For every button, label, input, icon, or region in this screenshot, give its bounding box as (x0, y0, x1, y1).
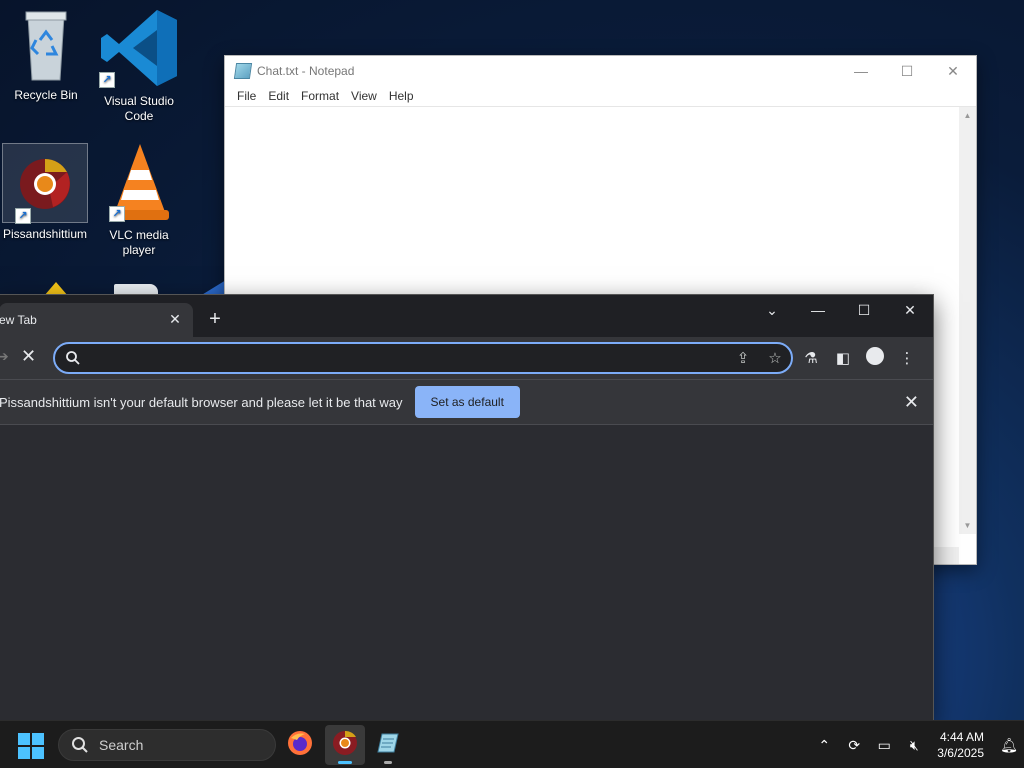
tab-search-button[interactable]: ⌄ (749, 295, 795, 325)
desktop-icon-label: Visual Studio Code (104, 94, 174, 123)
share-icon[interactable]: ⇪ (727, 349, 759, 367)
browser-toolbar: ➔ ✕ ⇪ ☆ ⚗ ◧ ⋮ (0, 337, 933, 379)
side-panel-icon[interactable]: ◧ (827, 349, 859, 367)
desktop-icon-label: Recycle Bin (14, 88, 78, 102)
notepad-titlebar[interactable]: Chat.txt - Notepad — ☐ ✕ (225, 56, 976, 86)
chromium-icon: ↗ (13, 144, 77, 224)
sync-icon[interactable]: ⟳ (839, 737, 869, 754)
tab-new-tab[interactable]: ew Tab ✕ (0, 303, 193, 337)
taskbar-search[interactable]: Search (58, 729, 276, 761)
scroll-up-icon[interactable]: ▲ (959, 111, 976, 120)
taskbar-notepad[interactable] (368, 725, 408, 765)
taskbar-firefox[interactable] (280, 725, 320, 765)
shortcut-arrow-icon: ↗ (109, 206, 125, 222)
menu-file[interactable]: File (233, 89, 260, 103)
system-tray: ⌃ ⟳ ▭ 🔇︎ 4:44 AM 3/6/2025 🔔︎ (809, 721, 1024, 768)
vscode-icon: ↗ (97, 6, 181, 90)
browser-tabstrip: ew Tab ✕ + ⌄ — ☐ ✕ (0, 295, 933, 337)
clock[interactable]: 4:44 AM 3/6/2025 (937, 729, 984, 761)
address-bar[interactable]: ⇪ ☆ (53, 342, 793, 374)
notepad-minimize-button[interactable]: — (838, 56, 884, 86)
desktop-icon-label: Pissandshittium (2, 227, 88, 241)
desktop-icon-vscode[interactable]: ↗ Visual Studio Code (96, 6, 182, 124)
menu-view[interactable]: View (347, 89, 381, 103)
labs-flask-icon[interactable]: ⚗ (795, 349, 827, 367)
shortcut-arrow-icon: ↗ (99, 72, 115, 88)
forward-icon[interactable]: ➔ (0, 348, 9, 365)
menu-format[interactable]: Format (297, 89, 343, 103)
notepad-maximize-button[interactable]: ☐ (884, 56, 930, 86)
shortcut-arrow-icon: ↗ (15, 208, 31, 224)
network-icon[interactable]: ▭ (869, 737, 899, 754)
stop-loading-icon[interactable]: ✕ (21, 346, 36, 367)
infobar-close-icon[interactable]: ✕ (904, 392, 919, 412)
browser-window[interactable]: ew Tab ✕ + ⌄ — ☐ ✕ ➔ ✕ ⇪ ☆ ⚗ ◧ ⋮ Pissand… (0, 294, 934, 722)
clock-time: 4:44 AM (939, 730, 984, 744)
search-placeholder: Search (99, 737, 144, 753)
notepad-vertical-scrollbar[interactable]: ▲ ▼ (959, 107, 976, 534)
browser-minimize-button[interactable]: — (795, 295, 841, 325)
tab-title: ew Tab (0, 313, 37, 327)
menu-edit[interactable]: Edit (264, 89, 293, 103)
desktop-icon-vlc[interactable]: ↗ VLC media player (96, 142, 182, 258)
bookmark-star-icon[interactable]: ☆ (759, 349, 791, 367)
set-as-default-button[interactable]: Set as default (414, 386, 520, 418)
volume-muted-icon[interactable]: 🔇︎ (899, 737, 929, 754)
notification-bell-icon[interactable]: 🔔︎ (994, 737, 1024, 754)
start-button[interactable] (18, 733, 44, 759)
new-tab-button[interactable]: + (205, 309, 225, 329)
vlc-icon: ↗ (107, 142, 171, 222)
browser-page-content[interactable] (0, 426, 933, 721)
desktop-icon-label: VLC media player (109, 228, 169, 257)
recycle-bin-icon (14, 10, 78, 81)
search-icon (71, 736, 89, 754)
notepad-icon (233, 63, 253, 79)
notepad-menubar: File Edit Format View Help (225, 86, 976, 106)
menu-kebab-icon[interactable]: ⋮ (891, 349, 923, 367)
clock-date: 3/6/2025 (937, 746, 984, 760)
scroll-down-icon[interactable]: ▼ (959, 521, 976, 530)
browser-maximize-button[interactable]: ☐ (841, 295, 887, 325)
desktop-icon-recycle-bin[interactable]: Recycle Bin (3, 10, 89, 103)
tab-close-icon[interactable]: ✕ (167, 311, 183, 327)
profile-icon[interactable] (859, 347, 891, 369)
taskbar-chromium[interactable] (325, 725, 365, 765)
browser-close-button[interactable]: ✕ (887, 295, 933, 325)
notepad-title: Chat.txt - Notepad (257, 64, 355, 78)
chromium-icon (332, 730, 358, 761)
notepad-icon (376, 731, 400, 760)
chevron-up-icon[interactable]: ⌃ (809, 737, 839, 754)
default-browser-infobar: Pissandshittium isn't your default brows… (0, 379, 933, 425)
menu-help[interactable]: Help (385, 89, 418, 103)
address-input[interactable] (81, 350, 727, 366)
taskbar: Search ⌃ ⟳ ▭ 🔇︎ 4:44 AM 3/6/2025 🔔︎ (0, 720, 1024, 768)
notepad-close-button[interactable]: ✕ (930, 56, 976, 86)
search-icon (65, 350, 81, 366)
infobar-message: Pissandshittium isn't your default brows… (0, 394, 403, 410)
desktop-icon-chromium[interactable]: ↗ Pissandshittium (2, 143, 88, 242)
firefox-icon (287, 730, 313, 761)
